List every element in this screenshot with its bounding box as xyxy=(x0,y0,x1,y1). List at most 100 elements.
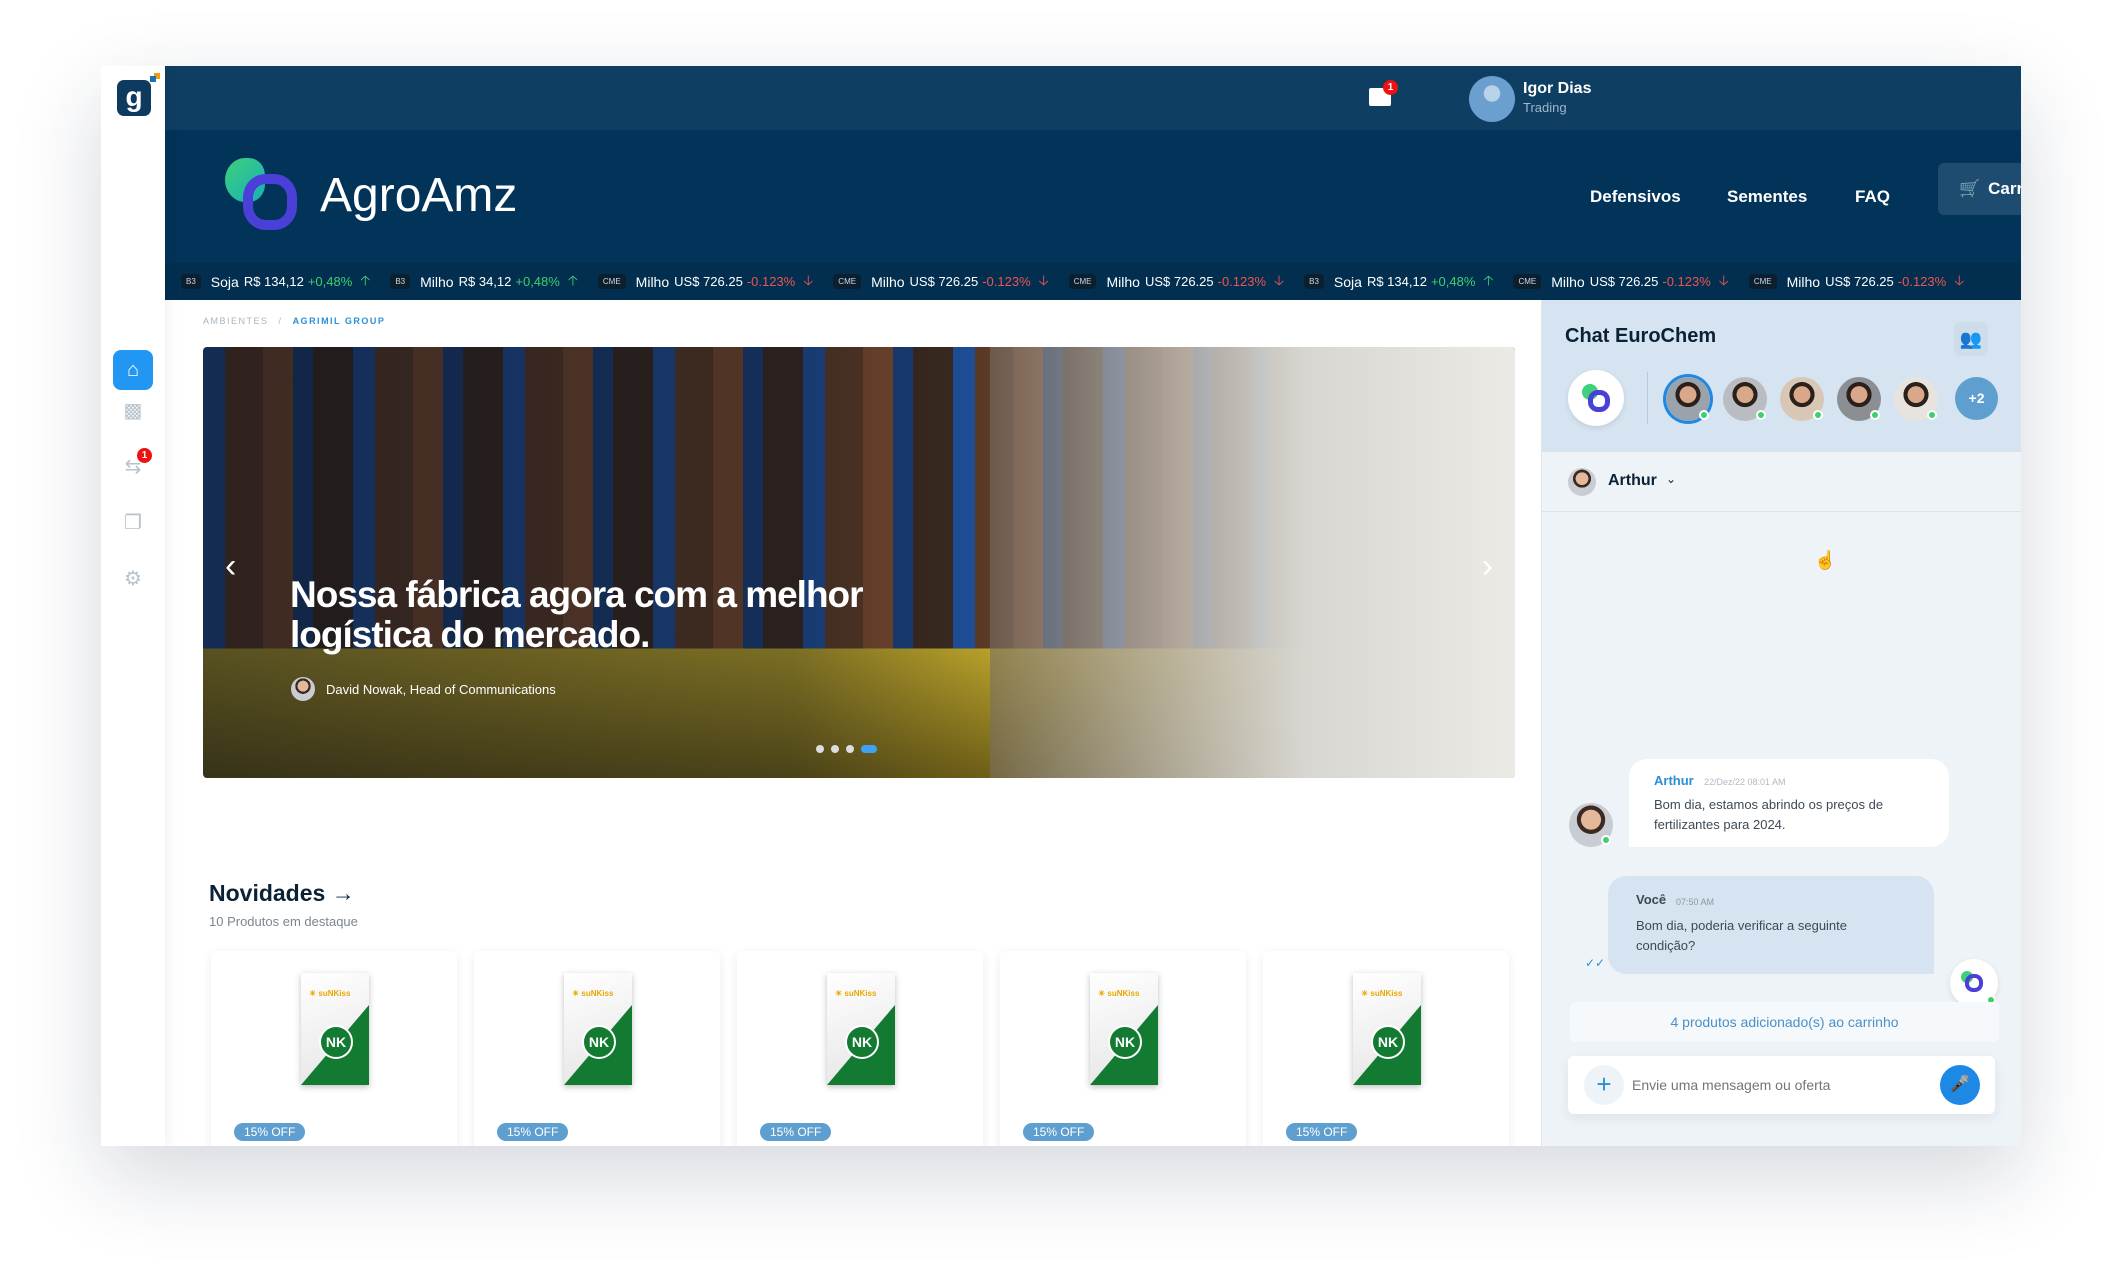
hero-carousel[interactable]: ‹ › Nossa fábrica agora com a melhor log… xyxy=(203,347,1515,778)
commodity-name: Soja xyxy=(210,273,239,290)
online-indicator xyxy=(1870,410,1880,420)
carousel-dot[interactable] xyxy=(846,745,854,753)
commodity-price: US$ 726.25 xyxy=(1825,274,1894,289)
price-change: -0.123% xyxy=(982,274,1031,289)
add-attachment-button[interactable]: + xyxy=(1584,1065,1624,1105)
nav-faq[interactable]: FAQ xyxy=(1855,187,1890,207)
member-avatar[interactable] xyxy=(1894,377,1938,421)
arrow-down-icon: 🡣 xyxy=(1274,271,1285,288)
transfer-icon[interactable]: ⇆ 1 xyxy=(113,446,153,486)
gear-icon[interactable]: ⚙ xyxy=(113,558,153,598)
ticker-item: B3 Soja R$ 134,12 +0,48% 🡡 xyxy=(181,270,370,294)
contact-selector[interactable]: Arthur ⌄ xyxy=(1542,452,2021,512)
microphone-button[interactable]: 🎤 xyxy=(1940,1065,1980,1105)
carousel-dot[interactable] xyxy=(816,745,824,753)
exchange-badge: B3 xyxy=(181,274,201,289)
ticker-item: CME Milho US$ 726.25 -0.123% 🡣 xyxy=(1513,270,1729,294)
commodity-name: Milho xyxy=(871,273,905,290)
message-input[interactable] xyxy=(1632,1070,1922,1100)
user-role: Trading xyxy=(1523,100,1567,115)
chat-header: Chat EuroChem 👥 +2 xyxy=(1542,300,2021,452)
user-name[interactable]: Igor Dias xyxy=(1523,80,1591,98)
user-avatar[interactable] xyxy=(1469,76,1515,122)
commodity-name: Milho xyxy=(1551,273,1585,290)
ticker-item: CME Milho US$ 726.25 -0.123% 🡣 xyxy=(597,270,814,294)
commodity-name: Milho xyxy=(1786,273,1821,290)
hero-title-line1: Nossa fábrica agora com a melhor xyxy=(290,574,864,615)
message-sender: Você xyxy=(1636,892,1667,907)
price-change: +0,48% xyxy=(1430,274,1476,289)
commodity-price: US$ 726.25 xyxy=(909,274,979,289)
cart-notice[interactable]: 4 produtos adicionado(s) ao carrinho xyxy=(1570,1002,1999,1042)
nav-defensivos[interactable]: Defensivos xyxy=(1590,187,1681,207)
product-card[interactable]: ☀ suNKissNK15% OFFFertilizante SuNKiss 1… xyxy=(1000,951,1246,1146)
nav-sementes[interactable]: Sementes xyxy=(1727,187,1807,207)
commodity-price: US$ 726.25 xyxy=(1144,274,1214,289)
more-members[interactable]: +2 xyxy=(1955,377,1998,420)
cart-button[interactable]: 🛒 Carrinho xyxy=(1938,163,2021,215)
product-card[interactable]: ☀ suNKissNK15% OFFFertilizante SuNKiss 1… xyxy=(211,951,457,1146)
online-indicator xyxy=(1813,410,1823,420)
commodity-price: R$ 34,12 xyxy=(458,274,512,289)
carousel-prev-icon[interactable]: ‹ xyxy=(225,547,236,586)
ticker-item: B3 Milho R$ 34,12 +0,48% 🡡 xyxy=(390,270,578,294)
arrow-right-icon: → xyxy=(331,880,355,906)
member-avatar[interactable] xyxy=(1723,377,1767,421)
app-logo[interactable]: g xyxy=(117,76,156,116)
factory-icon[interactable]: ▩ xyxy=(113,390,153,430)
cursor-icon: ☝ xyxy=(1814,550,1837,570)
product-image: ☀ suNKiss NK xyxy=(1353,973,1421,1085)
arrow-down-icon: 🡣 xyxy=(803,271,814,288)
product-image: ☀ suNKiss NK xyxy=(564,973,632,1085)
commodity-price: US$ 726.25 xyxy=(1589,274,1659,289)
invoice-icon[interactable]: ❐ xyxy=(113,502,153,542)
exchange-badge: CME xyxy=(1068,274,1097,289)
exchange-badge: CME xyxy=(597,274,626,289)
breadcrumb-ambientes[interactable]: AMBIENTES xyxy=(203,316,269,326)
discount-badge: 15% OFF xyxy=(234,1123,306,1141)
brand-logo-icon[interactable] xyxy=(225,158,301,234)
online-indicator xyxy=(1927,410,1937,420)
novidades-title[interactable]: Novidades → xyxy=(209,880,355,907)
breadcrumb-agrimil[interactable]: AGRIMIL GROUP xyxy=(293,316,386,326)
divider xyxy=(1647,372,1648,424)
company-logo[interactable] xyxy=(1568,370,1624,426)
product-card[interactable]: ☀ suNKissNK15% OFFFertilizante SuNKiss 1… xyxy=(474,951,720,1146)
main-content: AMBIENTES / AGRIMIL GROUP ‹ › Nossa fábr… xyxy=(165,300,1541,1146)
commodity-price: R$ 134,12 xyxy=(1366,274,1427,289)
contacts-icon[interactable]: 👥 xyxy=(1954,322,1988,356)
site-header: AgroAmz Defensivos Sementes FAQ 🛒 Carrinh… xyxy=(165,130,2021,263)
product-card[interactable]: ☀ suNKissNK15% OFFFertilizante SuNKiss 1… xyxy=(737,951,983,1146)
breadcrumb: AMBIENTES / AGRIMIL GROUP xyxy=(203,316,385,326)
carousel-next-icon[interactable]: › xyxy=(1482,547,1493,586)
home-icon[interactable]: ⌂ xyxy=(113,350,153,390)
arthur-avatar xyxy=(1569,803,1613,847)
breadcrumb-separator: / xyxy=(278,316,283,326)
price-change: -0.123% xyxy=(1217,274,1267,289)
transfer-badge: 1 xyxy=(137,448,152,463)
member-avatar[interactable] xyxy=(1780,377,1824,421)
product-card[interactable]: ☀ suNKissNK15% OFFFertilizante SuNKiss 1… xyxy=(1263,951,1509,1146)
commodity-name: Soja xyxy=(1333,273,1362,290)
ticker-item: CME Milho US$ 726.25 -0.123% 🡣 xyxy=(833,270,1049,294)
commodity-name: Milho xyxy=(1106,273,1140,290)
chevron-down-icon: ⌄ xyxy=(1666,472,1677,486)
message-sender: Arthur xyxy=(1654,773,1694,788)
price-change: -0.123% xyxy=(1662,274,1711,289)
member-avatar[interactable] xyxy=(1666,377,1710,421)
discount-badge: 15% OFF xyxy=(1023,1123,1095,1141)
commodity-name: Milho xyxy=(420,273,454,290)
product-image: ☀ suNKiss NK xyxy=(301,973,369,1085)
message-time: 07:50 AM xyxy=(1676,897,1715,907)
exchange-badge: B3 xyxy=(1304,274,1324,289)
brand-name[interactable]: AgroAmz xyxy=(320,168,517,223)
message-composer: + 🎤 xyxy=(1568,1056,1995,1114)
inbox-icon[interactable]: 1 xyxy=(1369,80,1398,106)
arrow-down-icon: 🡣 xyxy=(1954,271,1965,288)
carousel-dot-active[interactable] xyxy=(861,745,877,753)
commodity-price: R$ 134,12 xyxy=(243,274,304,289)
commodity-price: US$ 726.25 xyxy=(674,274,743,289)
message-arthur: Arthur 22/Dez/22 08:01 AM Bom dia, estam… xyxy=(1629,759,1949,847)
carousel-dot[interactable] xyxy=(831,745,839,753)
member-avatar[interactable] xyxy=(1837,377,1881,421)
